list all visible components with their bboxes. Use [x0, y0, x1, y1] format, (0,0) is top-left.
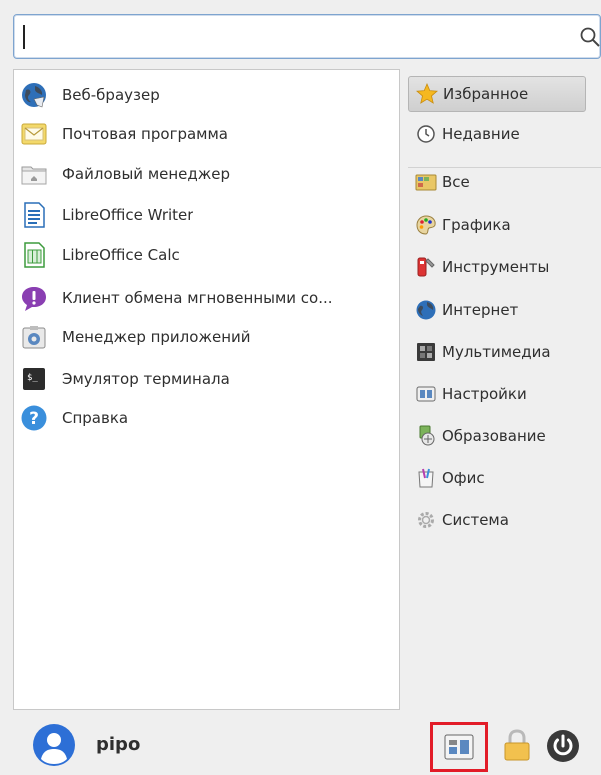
- calc-icon: [24, 242, 45, 268]
- app-label: Эмулятор терминала: [62, 370, 230, 388]
- category-label: Избранное: [443, 85, 529, 103]
- app-item-writer[interactable]: LibreOffice Writer: [20, 196, 394, 234]
- app-label: Файловый менеджер: [62, 165, 231, 183]
- multimedia-icon: [417, 343, 435, 361]
- app-item-software-manager[interactable]: Менеджер приложений: [20, 318, 394, 356]
- category-label: Интернет: [442, 301, 519, 319]
- power-icon: [547, 730, 579, 762]
- tools-icon: [417, 257, 435, 277]
- package-icon: [22, 326, 46, 349]
- category-internet[interactable]: Интернет: [408, 292, 586, 328]
- category-system[interactable]: Система: [408, 502, 586, 538]
- category-multimedia[interactable]: Мультимедиа: [408, 334, 586, 370]
- app-item-messenger[interactable]: Клиент обмена мгновенными со...: [20, 279, 394, 317]
- app-item-calc[interactable]: LibreOffice Calc: [20, 236, 394, 274]
- folder-icon: [21, 166, 47, 185]
- app-label: Веб-браузер: [62, 86, 160, 104]
- globe-icon: [416, 300, 436, 320]
- category-label: Недавние: [442, 125, 520, 143]
- lock-icon: [504, 729, 530, 761]
- category-label: Инструменты: [442, 258, 550, 276]
- app-item-help[interactable]: ? Справка: [20, 399, 394, 437]
- app-label: Менеджер приложений: [62, 328, 251, 346]
- category-label: Все: [442, 173, 470, 191]
- chat-icon: [22, 287, 46, 311]
- category-education[interactable]: Образование: [408, 418, 586, 454]
- category-label: Офис: [442, 469, 485, 487]
- search-input[interactable]: [28, 21, 568, 53]
- category-list: Избранное Недавние Все Графика Инструмен…: [408, 69, 601, 710]
- mail-icon: [21, 123, 47, 145]
- globe-icon: [22, 83, 46, 108]
- writer-icon: [24, 202, 45, 228]
- svg-text:?: ?: [29, 409, 39, 429]
- category-office[interactable]: Офис: [408, 460, 586, 496]
- power-button[interactable]: [543, 726, 583, 766]
- category-label: Графика: [442, 216, 511, 234]
- help-icon: ?: [21, 405, 47, 431]
- office-icon: [418, 468, 434, 488]
- app-list: Веб-браузер Почтовая программа Файловый …: [13, 69, 400, 710]
- terminal-icon: $_: [23, 368, 45, 390]
- search-box[interactable]: [13, 14, 601, 59]
- app-label: Почтовая программа: [62, 125, 228, 143]
- category-favorites[interactable]: Избранное: [408, 76, 586, 112]
- app-label: LibreOffice Calc: [62, 246, 180, 264]
- user-name: pipo: [96, 734, 141, 755]
- palette-icon: [416, 215, 436, 235]
- category-label: Образование: [442, 427, 546, 445]
- app-label: Справка: [62, 409, 129, 427]
- category-label: Система: [442, 511, 509, 529]
- app-item-mail[interactable]: Почтовая программа: [20, 115, 394, 153]
- category-label: Настройки: [442, 385, 527, 403]
- app-item-web-browser[interactable]: Веб-браузер: [20, 76, 394, 114]
- avatar[interactable]: [32, 723, 76, 767]
- gear-icon: [418, 512, 434, 528]
- all-icon: [415, 174, 437, 191]
- svg-text:$_: $_: [27, 373, 38, 383]
- highlight-frame: [430, 722, 488, 772]
- search-icon[interactable]: [579, 26, 601, 48]
- category-graphics[interactable]: Графика: [408, 207, 586, 243]
- category-label: Мультимедиа: [442, 343, 551, 361]
- text-caret: [23, 25, 25, 49]
- lock-button[interactable]: [497, 725, 537, 765]
- category-settings[interactable]: Настройки: [408, 376, 586, 412]
- education-icon: [419, 425, 435, 446]
- clock-icon: [417, 125, 435, 143]
- app-label: LibreOffice Writer: [62, 206, 194, 224]
- star-icon: [416, 82, 438, 104]
- category-recent[interactable]: Недавние: [408, 116, 586, 152]
- app-label: Клиент обмена мгновенными со...: [62, 289, 333, 307]
- category-tools[interactable]: Инструменты: [408, 249, 586, 285]
- app-item-terminal[interactable]: $_ Эмулятор терминала: [20, 360, 394, 398]
- settings-icon: [416, 386, 436, 402]
- category-all[interactable]: Все: [408, 164, 586, 200]
- app-item-file-manager[interactable]: Файловый менеджер: [20, 155, 394, 193]
